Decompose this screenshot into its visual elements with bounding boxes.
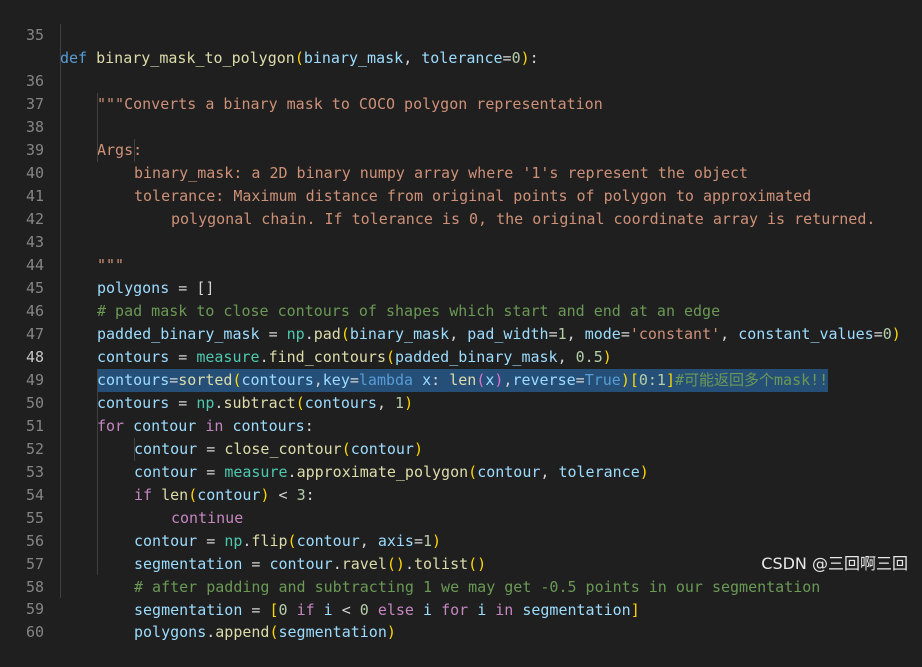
code-line[interactable]: 41 polygonal chain. If tolerance is 0, t… <box>0 139 922 228</box>
code-line[interactable]: 39 binary_mask: a 2D binary numpy array … <box>0 93 922 182</box>
code-line[interactable]: 43 """ <box>0 185 922 274</box>
code-line[interactable]: 44 polygons = [] <box>0 208 922 297</box>
code-line-selected[interactable]: 48 contours=sorted(contours,key=lambda x… <box>0 300 922 392</box>
code-line[interactable]: 50 for contour in contours: <box>0 346 922 435</box>
code-line[interactable]: 51 contour = close_contour(contour) <box>0 369 922 458</box>
code-line[interactable]: 56 segmentation = contour.ravel().tolist… <box>0 484 922 573</box>
code-line[interactable]: 42 <box>0 162 922 228</box>
code-editor[interactable]: 35 def binary_mask_to_polygon(binary_mas… <box>0 0 922 641</box>
code-line[interactable]: 57 # after padding and subtracting 1 we … <box>0 507 922 596</box>
code-line[interactable]: 38 Args: <box>0 70 922 159</box>
code-line[interactable]: 40 tolerance: Maximum distance from orig… <box>0 116 922 205</box>
code-line[interactable]: 46 padded_binary_mask = np.pad(binary_ma… <box>0 254 922 343</box>
code-line[interactable]: 60 <box>0 575 922 641</box>
code-text: segmentation = [0 if i < 0 else i for i … <box>134 601 640 619</box>
code-line[interactable]: 35 def binary_mask_to_polygon(binary_mas… <box>0 1 922 67</box>
code-line[interactable]: 54 continue <box>0 438 922 527</box>
code-line[interactable]: 37 <box>0 47 922 113</box>
code-text: polygons.append(segmentation) <box>134 623 396 641</box>
watermark: CSDN @三回啊三回 <box>761 554 908 573</box>
code-line[interactable]: 36 """Converts a binary mask to COCO pol… <box>0 24 922 113</box>
code-line[interactable]: 52 contour = measure.approximate_polygon… <box>0 392 922 481</box>
code-line[interactable]: 53 if len(contour) < 3: <box>0 415 922 504</box>
line-number: 60 <box>25 623 44 641</box>
code-line[interactable]: 55 contour = np.flip(contour, axis=1) <box>0 461 922 550</box>
code-line[interactable]: 45 # pad mask to close contours of shape… <box>0 231 922 320</box>
code-line[interactable]: 47 contours = measure.find_contours(padd… <box>0 277 922 366</box>
code-line[interactable]: 49 contours = np.subtract(contours, 1) <box>0 323 922 412</box>
